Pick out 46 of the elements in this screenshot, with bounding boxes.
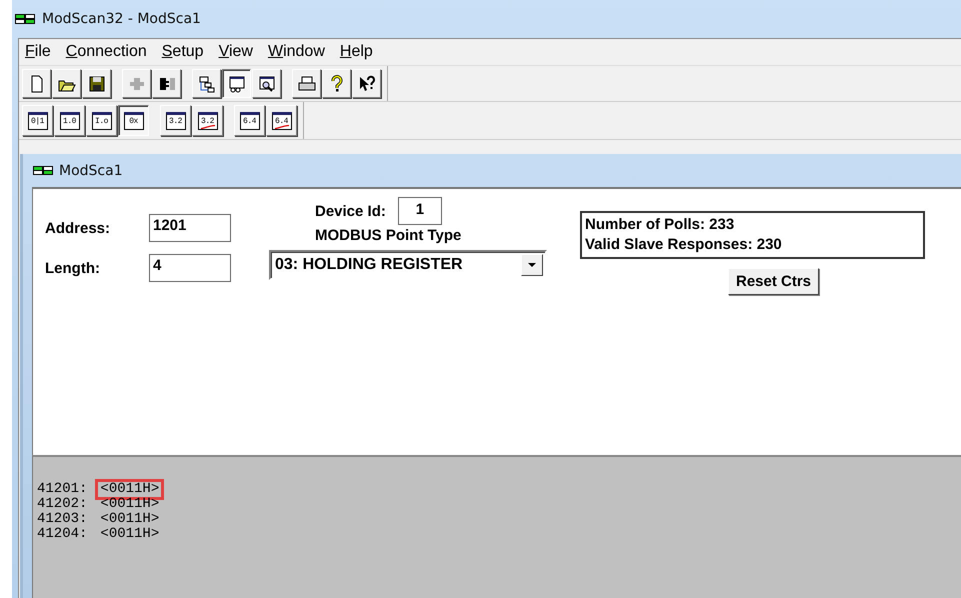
graph-curve-icon xyxy=(274,124,290,128)
counter-text: Valid Slave Responses: 230 xyxy=(585,235,783,255)
format-button[interactable]: 6.4 xyxy=(234,105,265,136)
format-button[interactable]: 0|1 xyxy=(22,105,53,136)
point-type-label: MODBUS Point Type xyxy=(314,227,462,244)
device-id-field[interactable]: 1 xyxy=(398,197,442,225)
register-address: 41201: xyxy=(37,482,88,497)
register-value: <0011H> xyxy=(99,510,160,528)
printer-icon xyxy=(298,74,316,92)
window-title: ModScan32 - ModSca1 xyxy=(42,11,201,27)
register-address: 41203: xyxy=(37,512,88,527)
app-icon xyxy=(15,14,35,24)
format-button[interactable]: 0x xyxy=(118,105,149,136)
format-button[interactable]: I.o xyxy=(86,105,117,136)
help-button[interactable] xyxy=(322,69,351,98)
menu-item[interactable]: Connection xyxy=(66,43,147,61)
menu-item[interactable]: Help xyxy=(340,43,373,61)
format-button[interactable]: 6.4 xyxy=(266,105,297,136)
register-address: 41204: xyxy=(37,527,88,542)
register-value: <0011H> xyxy=(99,525,160,544)
point-type-dropdown[interactable]: 03: HOLDING REGISTER xyxy=(269,250,547,280)
menu-item[interactable]: Window xyxy=(268,43,325,61)
document-icon xyxy=(33,166,53,175)
menu-item[interactable]: File xyxy=(25,43,51,61)
address-label: Address: xyxy=(45,220,112,236)
menu-item[interactable]: View xyxy=(218,43,253,61)
counter-text: Number of Polls: 233 xyxy=(585,215,736,235)
window-title: ModSca1 xyxy=(59,162,123,178)
graph-curve-icon xyxy=(200,124,216,128)
help-button[interactable] xyxy=(352,69,381,98)
address-field[interactable]: 1201 xyxy=(149,214,231,242)
pointer-question-icon xyxy=(358,74,376,92)
length-label: Length: xyxy=(45,260,101,276)
reset-counters-button[interactable]: Reset Ctrs xyxy=(728,268,820,295)
window-magnifier-icon xyxy=(258,74,276,92)
dropdown-arrow-icon xyxy=(528,263,536,267)
window-tree-icon xyxy=(198,74,216,92)
window-glasses-icon xyxy=(228,74,246,92)
toolbar-button[interactable] xyxy=(222,69,251,98)
menu-item[interactable]: Setup xyxy=(162,43,204,61)
device-id-label: Device Id: xyxy=(315,202,386,220)
register-address: 41202: xyxy=(37,497,88,512)
length-field[interactable]: 4 xyxy=(149,254,231,282)
format-button[interactable]: 3.2 xyxy=(192,105,223,136)
format-button[interactable]: 1.0 xyxy=(54,105,85,136)
format-button[interactable]: 3.2 xyxy=(160,105,191,136)
